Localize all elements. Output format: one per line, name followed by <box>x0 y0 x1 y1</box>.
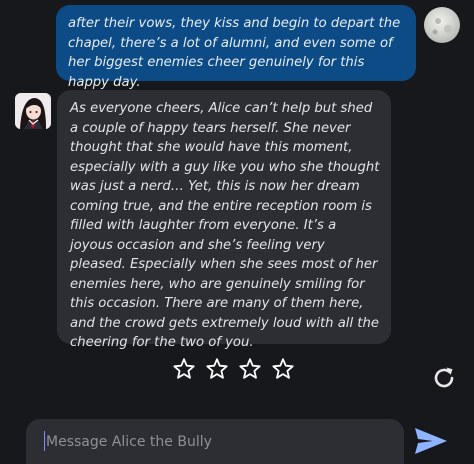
message-rating <box>172 357 295 383</box>
star-outline-icon[interactable] <box>205 357 229 381</box>
character-message-text: As everyone cheers, Alice can’t help but… <box>70 101 380 350</box>
refresh-icon[interactable] <box>430 364 458 392</box>
star-outline-icon[interactable] <box>238 357 262 381</box>
character-avatar[interactable] <box>15 93 51 129</box>
user-message-text: after their vows, they kiss and begin to… <box>68 16 401 90</box>
star-outline-icon[interactable] <box>271 357 295 381</box>
character-message-bubble: As everyone cheers, Alice can’t help but… <box>57 90 391 350</box>
user-avatar[interactable] <box>424 7 460 43</box>
text-caret <box>44 431 45 451</box>
message-input[interactable] <box>26 419 404 464</box>
star-outline-icon[interactable] <box>172 357 196 381</box>
user-message-bubble: after their vows, they kiss and begin to… <box>56 5 416 90</box>
send-icon[interactable] <box>413 426 449 456</box>
